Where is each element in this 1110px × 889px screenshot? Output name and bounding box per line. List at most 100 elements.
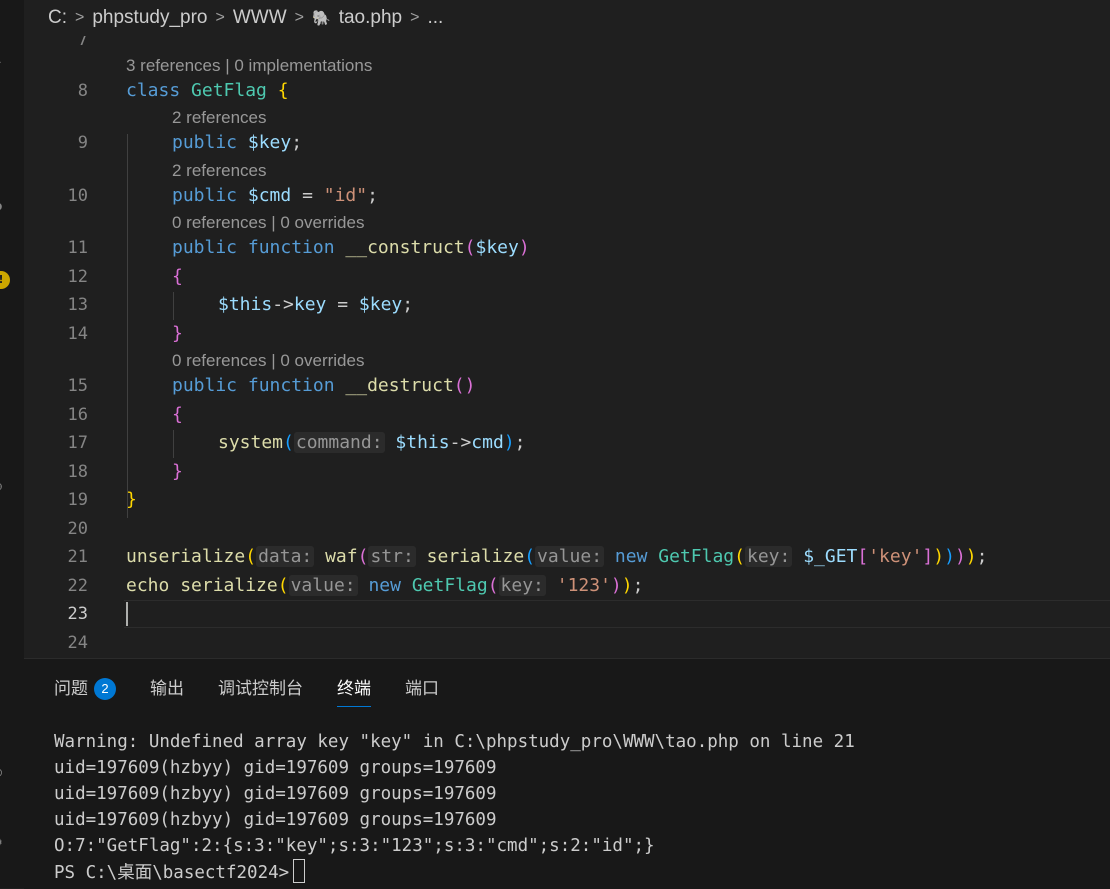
tab-label: 终端	[337, 679, 371, 698]
tab-label: 问题	[54, 679, 88, 698]
line-number: 13	[67, 295, 88, 315]
code-text: $this->key = $key;	[218, 294, 414, 315]
parameter-hint: value:	[288, 575, 358, 596]
line-number: 18	[67, 462, 88, 482]
line-number: 16	[67, 405, 88, 425]
parameter-hint: key:	[498, 575, 546, 596]
tab-label: 调试控制台	[218, 679, 303, 698]
parameter-hint: command:	[293, 432, 385, 453]
breadcrumb-drive[interactable]: C:	[48, 7, 67, 29]
tab-terminal[interactable]: 终端	[337, 675, 371, 707]
code-text: system(command: $this->cmd);	[218, 432, 526, 453]
terminal-output[interactable]: Warning: Undefined array key "key" in C:…	[54, 729, 855, 886]
line-number: 7	[77, 36, 88, 50]
codelens-references[interactable]: 2 references	[172, 160, 267, 182]
code-text: echo serialize(value: new GetFlag(key: '…	[126, 575, 644, 596]
activity-bar: ⌃ • ● ! • ▯ ◉ ◯ ⚙	[0, 0, 25, 888]
line-number: 23	[67, 604, 88, 624]
terminal-line: uid=197609(hzbyy) gid=197609 groups=1976…	[54, 758, 497, 778]
terminal-prompt: PS C:\桌面\basectf2024>	[54, 863, 290, 883]
code-text: class GetFlag {	[126, 80, 289, 101]
breadcrumb: C: > phpstudy_pro > WWW > 🐘 tao.php > ..…	[24, 0, 1110, 36]
code-line-13: 13 $this->key = $key;	[24, 291, 1110, 319]
codelens-references[interactable]: 2 references	[172, 107, 267, 129]
code-line-16: 16 {	[24, 401, 1110, 429]
chevron-right-icon: >	[215, 9, 225, 26]
code-line-21: 21 unserialize(data: waf(str: serialize(…	[24, 543, 1110, 571]
line-number: 12	[67, 267, 88, 287]
search-icon[interactable]: •	[0, 122, 8, 136]
code-text: public $cmd = "id";	[172, 185, 378, 206]
chevron-right-icon: >	[410, 9, 420, 26]
line-number: 14	[67, 324, 88, 344]
code-line-17: 17 system(command: $this->cmd);	[24, 429, 1110, 457]
line-number: 19	[67, 490, 88, 510]
code-text: public function __construct($key)	[172, 237, 530, 258]
php-file-icon: 🐘	[312, 10, 331, 27]
warning-icon[interactable]: !	[0, 271, 10, 289]
line-number: 11	[67, 238, 88, 258]
code-line-12: 12 {	[24, 263, 1110, 291]
extensions-icon[interactable]: ▯	[0, 408, 8, 422]
code-text: unserialize(data: waf(str: serialize(val…	[126, 546, 988, 567]
code-text: {	[172, 266, 183, 287]
code-text: }	[172, 461, 183, 482]
tab-output[interactable]: 输出	[150, 675, 184, 705]
settings-gear-icon[interactable]: ⚙	[0, 836, 8, 850]
codelens-references[interactable]: 0 references | 0 overrides	[172, 350, 364, 372]
terminal-prompt-line[interactable]: PS C:\桌面\basectf2024>	[54, 859, 855, 886]
tab-problems[interactable]: 问题 2	[54, 675, 116, 705]
code-line-9: 9 public $key;	[24, 129, 1110, 157]
code-line-15: 15 public function __destruct()	[24, 372, 1110, 400]
code-line-11: 11 public function __construct($key)	[24, 234, 1110, 262]
panel-tabs: 问题 2 输出 调试控制台 终端 端口	[54, 675, 473, 707]
code-line-22: 22 echo serialize(value: new GetFlag(key…	[24, 572, 1110, 600]
line-number: 24	[67, 633, 88, 653]
codelens-references[interactable]: 3 references | 0 implementations	[126, 55, 372, 77]
tab-debug-console[interactable]: 调试控制台	[218, 675, 303, 705]
breadcrumb-symbol[interactable]: ...	[427, 7, 443, 29]
breadcrumb-file[interactable]: tao.php	[339, 7, 402, 29]
line-number: 21	[67, 547, 88, 567]
code-line-23: 23	[24, 600, 1110, 628]
breadcrumb-folder-phpstudy[interactable]: phpstudy_pro	[92, 7, 207, 29]
explorer-icon[interactable]: ⌃	[0, 58, 8, 72]
code-line-8: 8 class GetFlag {	[24, 77, 1110, 105]
code-editor[interactable]: 7 3 references | 0 implementations 8 cla…	[24, 36, 1110, 658]
chevron-right-icon: >	[75, 9, 85, 26]
breadcrumb-folder-www[interactable]: WWW	[233, 7, 287, 29]
code-line-7: 7	[24, 36, 1110, 54]
run-debug-icon[interactable]: •	[0, 350, 8, 364]
parameter-hint: str:	[368, 546, 416, 567]
account-icon[interactable]: ◯	[0, 766, 8, 780]
terminal-line: uid=197609(hzbyy) gid=197609 groups=1976…	[54, 810, 497, 830]
remote-icon[interactable]: ◉	[0, 480, 8, 494]
terminal-cursor	[293, 859, 306, 883]
code-line-20: 20	[24, 515, 1110, 543]
tab-label: 端口	[405, 679, 439, 698]
code-line-19: 19 }	[24, 486, 1110, 514]
bottom-panel: 问题 2 输出 调试控制台 终端 端口 Warning: Undefined ar…	[24, 658, 1110, 889]
line-number: 17	[67, 433, 88, 453]
line-number: 15	[67, 376, 88, 396]
codelens-references[interactable]: 0 references | 0 overrides	[172, 212, 364, 234]
code-text: {	[172, 404, 183, 425]
code-text: public $key;	[172, 132, 303, 153]
tab-label: 输出	[150, 679, 184, 698]
code-line-10: 10 public $cmd = "id";	[24, 182, 1110, 210]
code-line-14: 14 }	[24, 320, 1110, 348]
parameter-hint: key:	[744, 546, 793, 567]
code-text: }	[172, 323, 183, 344]
code-line-24: 24	[24, 629, 1110, 657]
line-number: 9	[77, 133, 88, 153]
problems-count-badge: 2	[94, 678, 116, 700]
parameter-hint: value:	[535, 546, 605, 567]
line-number: 8	[77, 81, 88, 101]
tab-ports[interactable]: 端口	[405, 675, 439, 705]
chevron-right-icon: >	[294, 9, 304, 26]
source-control-icon[interactable]: ●	[0, 200, 8, 214]
terminal-line: Warning: Undefined array key "key" in C:…	[54, 732, 855, 752]
line-number: 22	[67, 576, 88, 596]
line-number: 20	[67, 519, 88, 539]
line-number: 10	[67, 186, 88, 206]
